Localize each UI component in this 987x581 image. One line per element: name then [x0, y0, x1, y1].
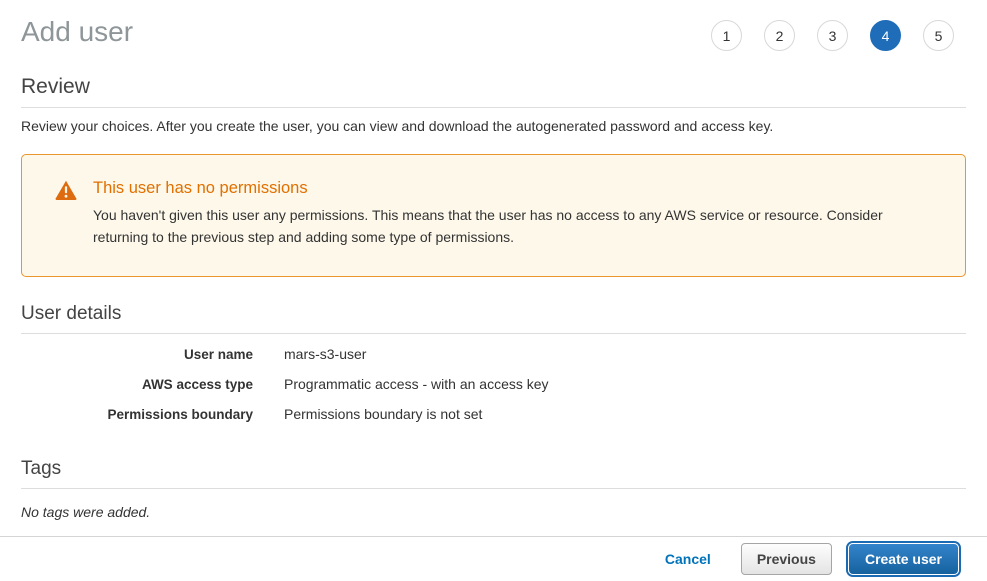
review-heading: Review	[21, 75, 966, 99]
permissions-boundary-label: Permissions boundary	[21, 407, 253, 422]
user-details-rows: User name mars-s3-user AWS access type P…	[21, 346, 966, 436]
tags-section: Tags No tags were added.	[0, 458, 987, 520]
step-4-label: 4	[882, 28, 890, 44]
no-permissions-warning-banner: This user has no permissions You haven't…	[21, 154, 966, 277]
table-row: User name mars-s3-user	[21, 346, 966, 376]
table-row: AWS access type Programmatic access - wi…	[21, 376, 966, 406]
review-description: Review your choices. After you create th…	[21, 118, 966, 134]
tags-heading: Tags	[21, 458, 966, 480]
step-5-label: 5	[935, 28, 943, 44]
wizard-header: Add user 1 2 3 4 5	[0, 0, 987, 51]
warning-title: This user has no permissions	[93, 179, 935, 198]
step-3: 3	[817, 20, 848, 51]
step-3-label: 3	[829, 28, 837, 44]
cancel-button[interactable]: Cancel	[665, 551, 711, 567]
divider	[21, 488, 966, 489]
table-row: Permissions boundary Permissions boundar…	[21, 406, 966, 436]
warning-icon	[55, 180, 77, 203]
review-section: Review Review your choices. After you cr…	[0, 75, 987, 134]
wizard-footer: Cancel Previous Create user	[0, 536, 987, 581]
step-5: 5	[923, 20, 954, 51]
warning-text: This user has no permissions You haven't…	[93, 179, 935, 248]
warning-body: You haven't given this user any permissi…	[93, 205, 935, 248]
step-2-label: 2	[776, 28, 784, 44]
divider	[21, 107, 966, 108]
access-type-value: Programmatic access - with an access key	[284, 376, 549, 392]
step-1-label: 1	[723, 28, 731, 44]
divider	[21, 333, 966, 334]
page-title: Add user	[21, 14, 133, 50]
access-type-label: AWS access type	[21, 377, 253, 392]
create-user-button[interactable]: Create user	[848, 543, 959, 575]
step-2: 2	[764, 20, 795, 51]
previous-button[interactable]: Previous	[741, 543, 832, 575]
user-details-section: User details User name mars-s3-user AWS …	[0, 303, 987, 436]
user-name-label: User name	[21, 347, 253, 362]
permissions-boundary-value: Permissions boundary is not set	[284, 406, 482, 422]
user-details-heading: User details	[21, 303, 966, 325]
step-4-current: 4	[870, 20, 901, 51]
step-indicator: 1 2 3 4 5	[711, 20, 954, 51]
tags-empty-message: No tags were added.	[21, 504, 966, 520]
user-name-value: mars-s3-user	[284, 346, 366, 362]
step-1: 1	[711, 20, 742, 51]
